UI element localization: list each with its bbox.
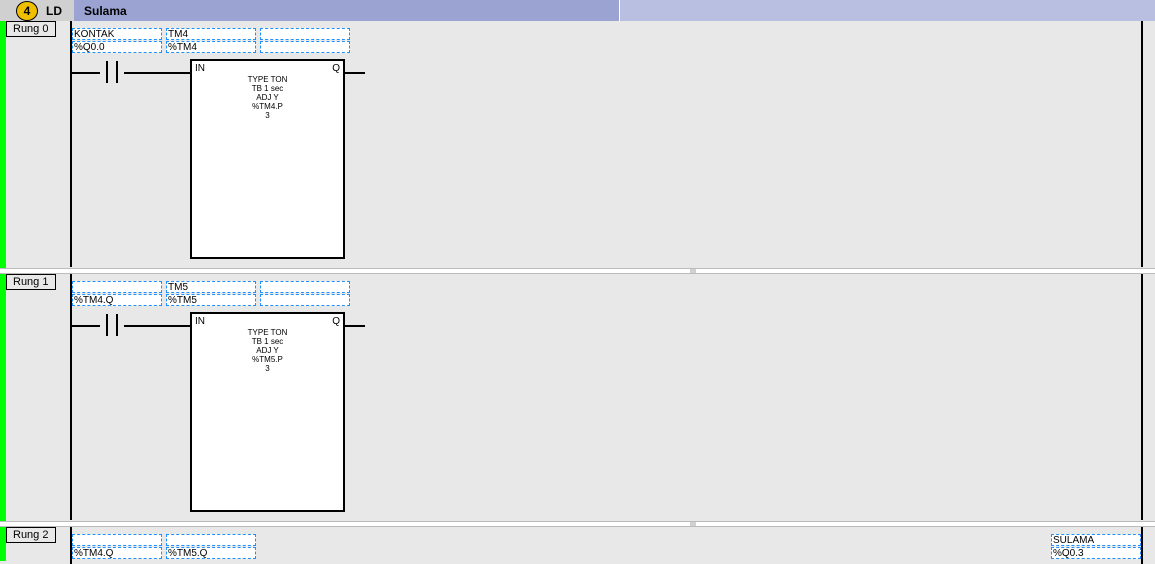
fn-pin-in: IN (195, 63, 205, 74)
no-contact[interactable] (100, 314, 124, 336)
section-title: Sulama (74, 0, 620, 21)
fn-comment[interactable]: TM5 (166, 281, 256, 293)
fn-pin-q: Q (332, 63, 340, 74)
fn-params: TYPE TON TB 1 sec ADJ Y %TM4.P 3 (192, 75, 343, 120)
section-lang: LD (46, 4, 62, 18)
no-contact[interactable] (100, 61, 124, 83)
contact-address[interactable]: %TM4.Q (72, 547, 162, 559)
timer-block[interactable]: IN Q TYPE TON TB 1 sec ADJ Y %TM4.P 3 (190, 59, 345, 259)
rung-2[interactable]: Rung 2 %TM4.Q %TM5.Q SULAMA %Q0.3 (0, 527, 1155, 564)
rung-0[interactable]: Rung 0 KONTAK %Q0.0 TM4 %TM4 (0, 21, 1155, 268)
contact-comment[interactable]: KONTAK (72, 28, 162, 40)
placeholder-cell[interactable] (260, 41, 350, 53)
contact-address[interactable]: %Q0.0 (72, 41, 162, 53)
contact-address[interactable]: %TM4.Q (72, 294, 162, 306)
fn-params: TYPE TON TB 1 sec ADJ Y %TM5.P 3 (192, 328, 343, 373)
section-number-badge: 4 (16, 1, 38, 21)
contact-comment[interactable] (72, 281, 162, 293)
ladder-area: Rung 0 KONTAK %Q0.0 TM4 %TM4 (0, 21, 1155, 564)
rung-1[interactable]: Rung 1 %TM4.Q TM5 %TM5 IN Q (0, 274, 1155, 521)
contact-address[interactable]: %TM5.Q (166, 547, 256, 559)
contact-comment[interactable] (72, 534, 162, 546)
rung-label: Rung 0 (6, 21, 56, 37)
rung-label: Rung 2 (6, 527, 56, 543)
placeholder-cell[interactable] (260, 281, 350, 293)
fn-address[interactable]: %TM4 (166, 41, 256, 53)
placeholder-cell[interactable] (260, 294, 350, 306)
fn-address[interactable]: %TM5 (166, 294, 256, 306)
timer-block[interactable]: IN Q TYPE TON TB 1 sec ADJ Y %TM5.P 3 (190, 312, 345, 512)
fn-pin-in: IN (195, 316, 205, 327)
coil-address[interactable]: %Q0.3 (1051, 547, 1141, 559)
contact-comment[interactable] (166, 534, 256, 546)
section-header: 4 LD Sulama (0, 0, 1155, 21)
placeholder-cell[interactable] (260, 28, 350, 40)
coil-comment[interactable]: SULAMA (1051, 534, 1141, 546)
fn-pin-q: Q (332, 316, 340, 327)
rung-label: Rung 1 (6, 274, 56, 290)
fn-comment[interactable]: TM4 (166, 28, 256, 40)
